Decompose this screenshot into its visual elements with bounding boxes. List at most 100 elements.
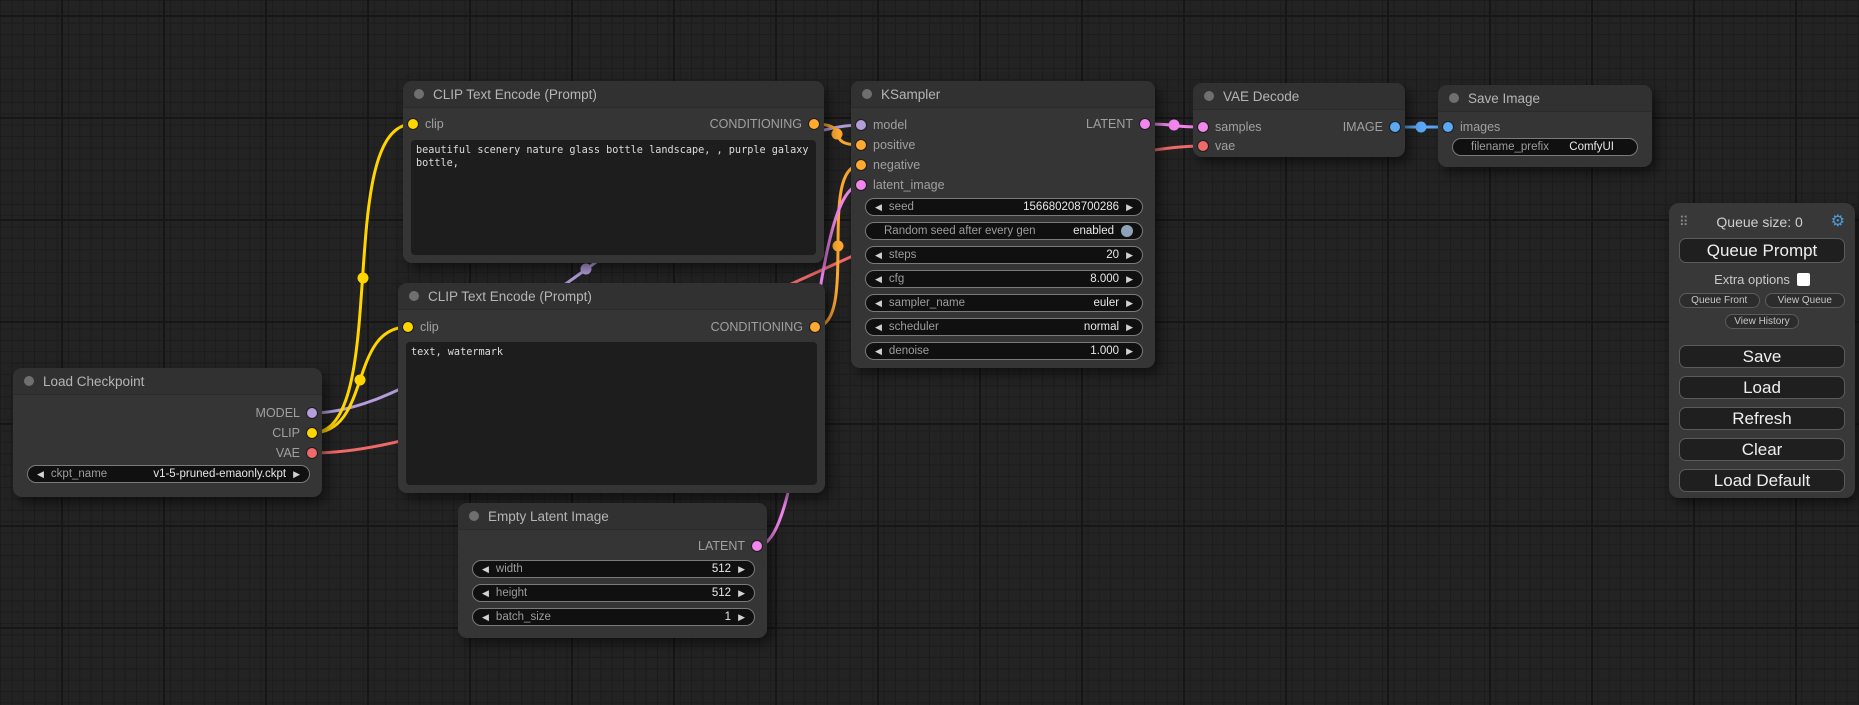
- queue-front-button[interactable]: Queue Front: [1679, 293, 1760, 308]
- node-title-bar[interactable]: Load Checkpoint: [13, 368, 322, 395]
- latent-port-icon[interactable]: [752, 541, 762, 551]
- arrow-right-icon[interactable]: ▶: [1126, 203, 1133, 212]
- prompt-text-area[interactable]: text, watermark: [406, 342, 817, 485]
- node-ksampler[interactable]: KSampler model positive negative latent_…: [851, 81, 1155, 368]
- conditioning-port-icon[interactable]: [856, 160, 866, 170]
- node-title: KSampler: [881, 87, 940, 102]
- arrow-right-icon[interactable]: ▶: [1126, 275, 1133, 284]
- output-conditioning: CONDITIONING: [710, 114, 819, 134]
- output-vae: VAE: [276, 443, 317, 463]
- denoise-widget[interactable]: ◀ denoise 1.000 ▶: [865, 342, 1143, 360]
- clip-port-icon[interactable]: [403, 322, 413, 332]
- queue-front-row: Queue Front View Queue: [1679, 293, 1845, 308]
- arrow-left-icon[interactable]: ◀: [875, 323, 882, 332]
- cfg-widget[interactable]: ◀ cfg 8.000 ▶: [865, 270, 1143, 288]
- latent-port-icon[interactable]: [856, 180, 866, 190]
- image-port-icon[interactable]: [1390, 122, 1400, 132]
- input-vae: vae: [1198, 136, 1235, 156]
- input-clip: clip: [408, 114, 444, 134]
- gear-icon[interactable]: ⚙: [1831, 214, 1845, 230]
- drag-handle-icon[interactable]: ⠿: [1679, 214, 1689, 230]
- view-history-button[interactable]: View History: [1725, 314, 1798, 329]
- arrow-right-icon[interactable]: ▶: [1126, 323, 1133, 332]
- model-port-icon[interactable]: [856, 120, 866, 130]
- arrow-left-icon[interactable]: ◀: [482, 613, 489, 622]
- collapse-dot-icon[interactable]: [409, 291, 419, 301]
- node-title-bar[interactable]: Save Image: [1438, 85, 1652, 112]
- node-title-bar[interactable]: KSampler: [851, 81, 1155, 108]
- arrow-right-icon[interactable]: ▶: [738, 613, 745, 622]
- arrow-left-icon[interactable]: ◀: [875, 299, 882, 308]
- arrow-right-icon[interactable]: ▶: [738, 589, 745, 598]
- queue-panel-header: ⠿ Queue size: 0 ⚙: [1679, 211, 1845, 233]
- extra-options-checkbox[interactable]: [1797, 273, 1810, 286]
- input-negative: negative: [856, 155, 920, 175]
- arrow-left-icon[interactable]: ◀: [875, 275, 882, 284]
- node-save-image[interactable]: Save Image images filename_prefix ComfyU…: [1438, 85, 1652, 167]
- image-port-icon[interactable]: [1443, 122, 1453, 132]
- height-widget[interactable]: ◀ height 512 ▶: [472, 584, 755, 602]
- arrow-left-icon[interactable]: ◀: [482, 565, 489, 574]
- conditioning-port-icon[interactable]: [810, 322, 820, 332]
- seed-widget[interactable]: ◀ seed 156680208700286 ▶: [865, 198, 1143, 216]
- load-button[interactable]: Load: [1679, 376, 1845, 399]
- node-empty-latent-image[interactable]: Empty Latent Image LATENT ◀ width 512 ▶ …: [458, 503, 767, 638]
- view-history-row: View History: [1679, 314, 1845, 329]
- toggle-enabled-icon[interactable]: [1121, 225, 1133, 237]
- arrow-right-icon[interactable]: ▶: [1126, 251, 1133, 260]
- link-dot-conditioning-negative: [833, 241, 844, 252]
- arrow-right-icon[interactable]: ▶: [738, 565, 745, 574]
- arrow-right-icon[interactable]: ▶: [1126, 299, 1133, 308]
- node-graph-canvas[interactable]: Load Checkpoint MODEL CLIP VAE ◀ ckpt_na…: [0, 0, 1859, 705]
- collapse-dot-icon[interactable]: [414, 89, 424, 99]
- collapse-dot-icon[interactable]: [24, 376, 34, 386]
- arrow-right-icon[interactable]: ▶: [1126, 347, 1133, 356]
- arrow-left-icon[interactable]: ◀: [875, 347, 882, 356]
- save-button[interactable]: Save: [1679, 345, 1845, 368]
- node-clip-text-encode-positive[interactable]: CLIP Text Encode (Prompt) clip CONDITION…: [403, 81, 824, 263]
- conditioning-port-icon[interactable]: [809, 119, 819, 129]
- queue-size-label: Queue size: 0: [1716, 214, 1802, 230]
- latent-port-icon[interactable]: [1198, 122, 1208, 132]
- node-title-bar[interactable]: CLIP Text Encode (Prompt): [398, 283, 825, 310]
- batch-size-widget[interactable]: ◀ batch_size 1 ▶: [472, 608, 755, 626]
- arrow-left-icon[interactable]: ◀: [37, 470, 44, 479]
- arrow-left-icon[interactable]: ◀: [482, 589, 489, 598]
- conditioning-port-icon[interactable]: [856, 140, 866, 150]
- extra-options-row: Extra options: [1679, 272, 1845, 287]
- model-port-icon[interactable]: [307, 408, 317, 418]
- input-positive: positive: [856, 135, 915, 155]
- collapse-dot-icon[interactable]: [862, 89, 872, 99]
- width-widget[interactable]: ◀ width 512 ▶: [472, 560, 755, 578]
- vae-port-icon[interactable]: [1198, 141, 1208, 151]
- load-default-button[interactable]: Load Default: [1679, 469, 1845, 492]
- collapse-dot-icon[interactable]: [1449, 93, 1459, 103]
- prompt-text-area[interactable]: beautiful scenery nature glass bottle la…: [411, 140, 816, 255]
- clip-port-icon[interactable]: [408, 119, 418, 129]
- filename-prefix-widget[interactable]: filename_prefix ComfyUI: [1452, 138, 1638, 156]
- clip-port-icon[interactable]: [307, 428, 317, 438]
- refresh-button[interactable]: Refresh: [1679, 407, 1845, 430]
- clear-button[interactable]: Clear: [1679, 438, 1845, 461]
- node-title-bar[interactable]: Empty Latent Image: [458, 503, 767, 530]
- steps-widget[interactable]: ◀ steps 20 ▶: [865, 246, 1143, 264]
- arrow-right-icon[interactable]: ▶: [293, 470, 300, 479]
- vae-port-icon[interactable]: [307, 448, 317, 458]
- view-queue-button[interactable]: View Queue: [1765, 293, 1846, 308]
- node-vae-decode[interactable]: VAE Decode samples IMAGE vae: [1193, 83, 1405, 157]
- random-seed-toggle-widget[interactable]: Random seed after every gen enabled: [865, 222, 1143, 240]
- ckpt-name-widget[interactable]: ◀ ckpt_name v1-5-pruned-emaonly.ckpt ▶: [27, 465, 310, 483]
- node-load-checkpoint[interactable]: Load Checkpoint MODEL CLIP VAE ◀ ckpt_na…: [13, 368, 322, 497]
- latent-port-icon[interactable]: [1140, 119, 1150, 129]
- node-title-bar[interactable]: CLIP Text Encode (Prompt): [403, 81, 824, 108]
- arrow-left-icon[interactable]: ◀: [875, 251, 882, 260]
- queue-prompt-button[interactable]: Queue Prompt: [1679, 238, 1845, 263]
- collapse-dot-icon[interactable]: [469, 511, 479, 521]
- node-clip-text-encode-negative[interactable]: CLIP Text Encode (Prompt) clip CONDITION…: [398, 283, 825, 493]
- sampler-name-widget[interactable]: ◀ sampler_name euler ▶: [865, 294, 1143, 312]
- output-latent: LATENT: [1086, 114, 1150, 134]
- arrow-left-icon[interactable]: ◀: [875, 203, 882, 212]
- scheduler-widget[interactable]: ◀ scheduler normal ▶: [865, 318, 1143, 336]
- collapse-dot-icon[interactable]: [1204, 91, 1214, 101]
- node-title-bar[interactable]: VAE Decode: [1193, 83, 1405, 110]
